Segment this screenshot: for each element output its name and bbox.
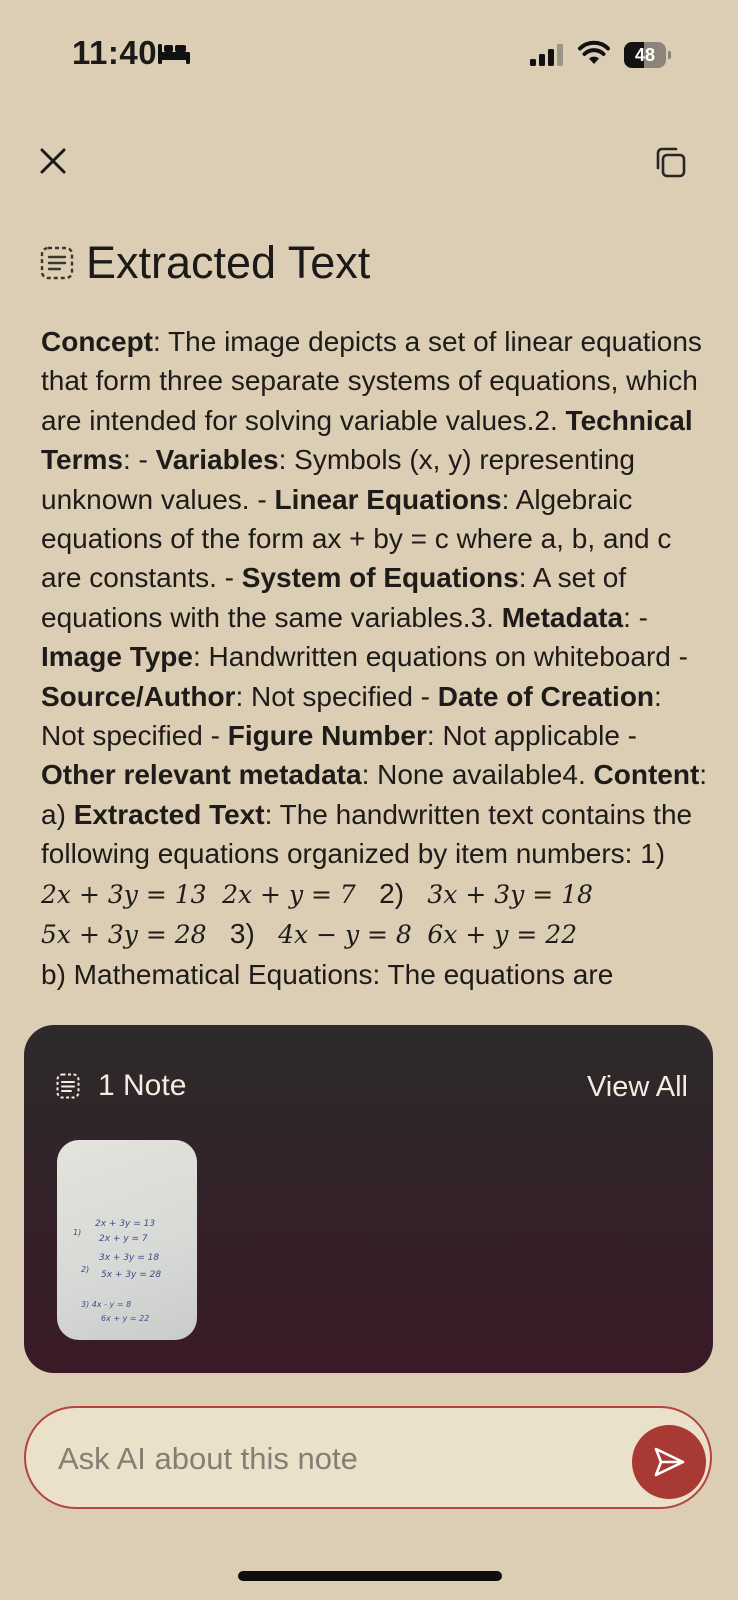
metadata-label: Metadata (501, 601, 624, 633)
equation: 2x + 3y = 13 (41, 879, 207, 909)
note-thumbnail[interactable]: 1) 2x + 3y = 13 2x + y = 7 2) 3x + 3y = … (57, 1140, 197, 1340)
bed-icon (158, 44, 190, 64)
wifi-icon (578, 40, 610, 64)
copy-icon (656, 147, 686, 178)
other-metadata-text: : None available4. (361, 759, 594, 791)
whiteboard-photo: 1) 2x + 3y = 13 2x + y = 7 2) 3x + 3y = … (73, 1219, 161, 1323)
item-number: 3) (229, 918, 255, 950)
variables-label: Variables (155, 444, 279, 476)
page-title: Extracted Text (86, 237, 371, 288)
thumb-line: 6x + y = 22 (101, 1314, 149, 1323)
status-time: 11:40 (72, 34, 158, 71)
figure-text: : Not applicable - (426, 720, 637, 752)
view-all-button[interactable]: View All (587, 1071, 688, 1104)
document-text-icon (56, 1073, 80, 1099)
thumb-line: 1) (73, 1228, 81, 1237)
equation: 2x + y = 7 (222, 879, 356, 909)
source-label: Source/Author (41, 680, 236, 712)
notes-count: 1 Note (98, 1069, 187, 1102)
title-row: Extracted Text (40, 232, 370, 294)
thumb-line: 2) (81, 1265, 89, 1274)
ask-ai-bar (24, 1406, 712, 1509)
equation: 5x + 3y = 28 (41, 920, 207, 950)
figure-label: Figure Number (227, 720, 427, 752)
thumb-line: 3) 4x - y = 8 (81, 1300, 131, 1309)
date-label: Date of Creation (437, 680, 655, 712)
thumb-line: 3x + 3y = 18 (99, 1253, 159, 1263)
equation: 6x + y = 22 (427, 920, 578, 950)
concept-label: Concept (41, 326, 153, 357)
equation: 4x − y = 8 (278, 920, 412, 950)
item-number: 2) (379, 877, 405, 909)
thumb-line: 2x + y = 7 (99, 1234, 148, 1244)
home-indicator[interactable] (238, 1571, 502, 1581)
image-type-text: : Handwritten equations on whiteboard - (192, 641, 688, 673)
thumb-line: 2x + 3y = 13 (95, 1219, 155, 1229)
cellular-signal-icon (530, 44, 563, 66)
extracted-text-label: Extracted Text (73, 798, 265, 830)
system-label: System of Equations (241, 562, 519, 594)
battery-indicator: 48 (624, 42, 671, 68)
image-type-label: Image Type (41, 641, 193, 673)
send-button[interactable] (632, 1425, 706, 1499)
notes-panel: 1 Note View All 1) 2x + 3y = 13 2x + y =… (24, 1025, 713, 1373)
equation: 3x + 3y = 18 (427, 879, 593, 909)
document-text-icon (40, 246, 74, 280)
ask-ai-input[interactable] (56, 1432, 610, 1486)
notes-header: 1 Note (56, 1069, 186, 1103)
close-button[interactable] (34, 142, 74, 182)
battery-percent: 48 (634, 45, 656, 65)
extracted-text-content: Concept: The image depicts a set of line… (41, 322, 711, 1006)
linear-equations-label: Linear Equations (274, 483, 502, 515)
content-label: Content (593, 759, 700, 791)
separator: : - (623, 601, 648, 633)
copy-button[interactable] (652, 144, 692, 184)
other-metadata-label: Other relevant metadata (41, 759, 362, 791)
cut-off-line: b) Mathematical Equations: The equations… (41, 958, 614, 990)
thumb-line: 5x + 3y = 28 (101, 1270, 161, 1280)
separator: : - (122, 444, 156, 476)
send-icon (654, 1447, 685, 1477)
close-icon (40, 148, 66, 174)
source-text: : Not specified - (235, 680, 438, 712)
